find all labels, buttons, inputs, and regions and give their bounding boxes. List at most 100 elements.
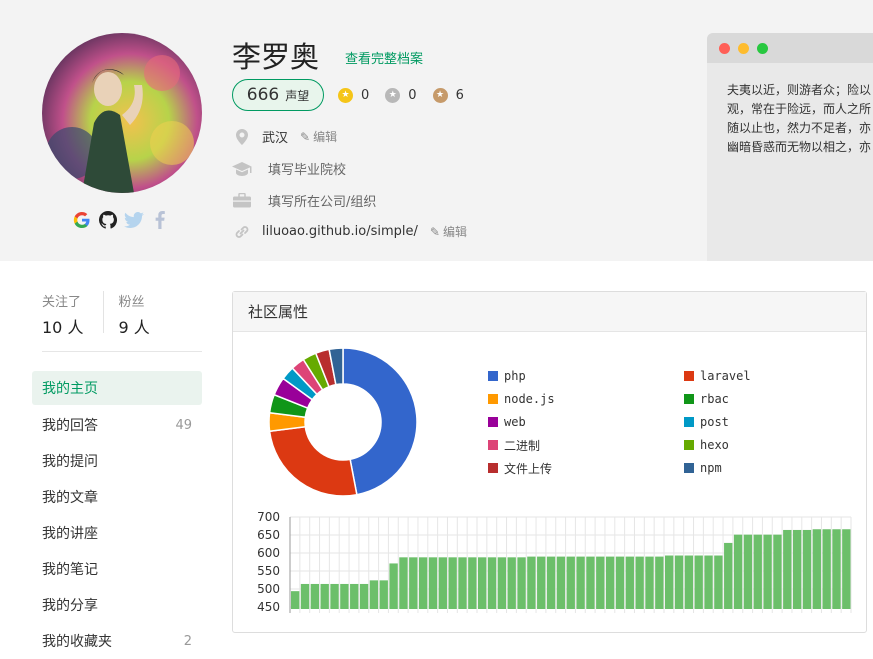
bar[interactable] xyxy=(497,557,507,609)
maximize-dot-icon[interactable] xyxy=(757,42,768,54)
bar[interactable] xyxy=(487,557,497,609)
bar[interactable] xyxy=(724,542,733,609)
bar[interactable] xyxy=(340,583,349,609)
bar[interactable] xyxy=(665,555,674,609)
bar[interactable] xyxy=(743,534,753,609)
bar[interactable] xyxy=(586,556,595,609)
bar[interactable] xyxy=(458,557,467,609)
bar[interactable] xyxy=(369,580,379,609)
bar[interactable] xyxy=(812,529,821,609)
sidebar-item-favorites[interactable]: 我的收藏夹 2 xyxy=(32,623,202,659)
legend-swatch xyxy=(684,463,694,473)
gold-badge[interactable]: ★ 0 xyxy=(338,88,369,103)
bar[interactable] xyxy=(468,557,477,609)
bar[interactable] xyxy=(418,557,428,609)
reputation-badge[interactable]: 666 声望 xyxy=(232,79,324,111)
bar[interactable] xyxy=(605,556,615,609)
legend-item[interactable]: npm xyxy=(684,460,854,476)
bar[interactable] xyxy=(350,583,359,609)
bar[interactable] xyxy=(576,556,585,609)
sidebar-item-shares[interactable]: 我的分享 xyxy=(32,587,202,623)
bar[interactable] xyxy=(556,556,566,609)
sidebar-item-home[interactable]: 我的主页 xyxy=(32,371,202,405)
followers-stat[interactable]: 粉丝 9 人 xyxy=(118,291,177,338)
legend-item[interactable]: node.js xyxy=(488,391,684,407)
website-link[interactable]: liluoao.github.io/simple/ xyxy=(262,224,418,239)
bar[interactable] xyxy=(704,555,713,609)
bar[interactable] xyxy=(773,534,782,609)
bar[interactable] xyxy=(399,557,408,609)
bar[interactable] xyxy=(753,534,762,609)
legend-item[interactable]: post xyxy=(684,414,854,430)
bar[interactable] xyxy=(802,529,812,609)
sidebar-item-notes[interactable]: 我的笔记 xyxy=(32,551,202,587)
bar[interactable] xyxy=(694,555,703,609)
bar[interactable] xyxy=(832,529,841,609)
sidebar-item-answers[interactable]: 我的回答 49 xyxy=(32,407,202,443)
bar[interactable] xyxy=(389,563,398,609)
sidebar-item-lectures[interactable]: 我的讲座 xyxy=(32,515,202,551)
legend-item[interactable]: web xyxy=(488,414,684,430)
bar[interactable] xyxy=(733,534,743,609)
bar[interactable] xyxy=(379,580,388,609)
github-icon[interactable] xyxy=(98,210,118,230)
edit-website-button[interactable]: ✎ 编辑 xyxy=(430,223,467,240)
legend-item[interactable]: php xyxy=(488,368,684,384)
avatar[interactable] xyxy=(42,33,202,193)
bar[interactable] xyxy=(763,534,772,609)
bar[interactable] xyxy=(300,583,310,609)
bar[interactable] xyxy=(674,555,684,609)
facebook-icon[interactable] xyxy=(150,210,170,230)
bar[interactable] xyxy=(448,557,457,609)
bar[interactable] xyxy=(655,556,664,609)
bar[interactable] xyxy=(359,583,369,609)
bar[interactable] xyxy=(310,583,320,609)
legend-item[interactable]: laravel xyxy=(684,368,854,384)
silver-badge[interactable]: ★ 0 xyxy=(385,88,417,103)
bar[interactable] xyxy=(507,557,516,609)
bar[interactable] xyxy=(684,555,694,609)
bar[interactable] xyxy=(842,529,851,609)
bar[interactable] xyxy=(546,556,556,609)
bar[interactable] xyxy=(596,556,605,609)
bar[interactable] xyxy=(566,556,575,609)
donut-slice-php[interactable] xyxy=(342,347,418,496)
bar[interactable] xyxy=(320,583,329,609)
edit-city-button[interactable]: ✎ 编辑 xyxy=(300,128,337,145)
legend-item[interactable]: rbac xyxy=(684,391,854,407)
bar[interactable] xyxy=(615,556,625,609)
school-row[interactable]: 填写毕业院校 xyxy=(232,159,346,178)
legend-item[interactable]: 二进制 xyxy=(488,437,684,453)
bronze-badge[interactable]: ★ 6 xyxy=(432,88,464,103)
reputation-value: 666 xyxy=(246,85,280,105)
following-stat[interactable]: 关注了 10 人 xyxy=(42,291,111,338)
bar[interactable] xyxy=(635,556,644,609)
bar[interactable] xyxy=(783,529,792,609)
company-row[interactable]: 填写所在公司/组织 xyxy=(232,191,376,210)
google-icon[interactable] xyxy=(72,210,92,230)
bar[interactable] xyxy=(527,556,536,609)
bar[interactable] xyxy=(291,591,300,609)
legend-item[interactable]: hexo xyxy=(684,437,854,453)
bar[interactable] xyxy=(645,556,654,609)
bar[interactable] xyxy=(792,529,802,609)
legend-item[interactable]: 文件上传 xyxy=(488,460,684,476)
bar[interactable] xyxy=(822,529,831,609)
twitter-icon[interactable] xyxy=(124,210,144,230)
bar[interactable] xyxy=(517,557,526,609)
bar[interactable] xyxy=(428,557,438,609)
sidebar-item-articles[interactable]: 我的文章 xyxy=(32,479,202,515)
bar[interactable] xyxy=(409,557,418,609)
bar[interactable] xyxy=(714,555,723,609)
minimize-dot-icon[interactable] xyxy=(738,42,749,54)
bar[interactable] xyxy=(537,556,546,609)
full-profile-link[interactable]: 查看完整档案 xyxy=(345,48,423,67)
chart-legend: php laravel node.js rbac web post 二进制 hexo 文件上传 n… xyxy=(488,368,858,476)
sidebar-item-questions[interactable]: 我的提问 xyxy=(32,443,202,479)
donut-slice-laravel[interactable] xyxy=(268,425,358,497)
bar[interactable] xyxy=(438,557,447,609)
bar[interactable] xyxy=(478,557,487,609)
close-dot-icon[interactable] xyxy=(719,42,730,54)
bar[interactable] xyxy=(330,583,339,609)
bar[interactable] xyxy=(625,556,634,609)
